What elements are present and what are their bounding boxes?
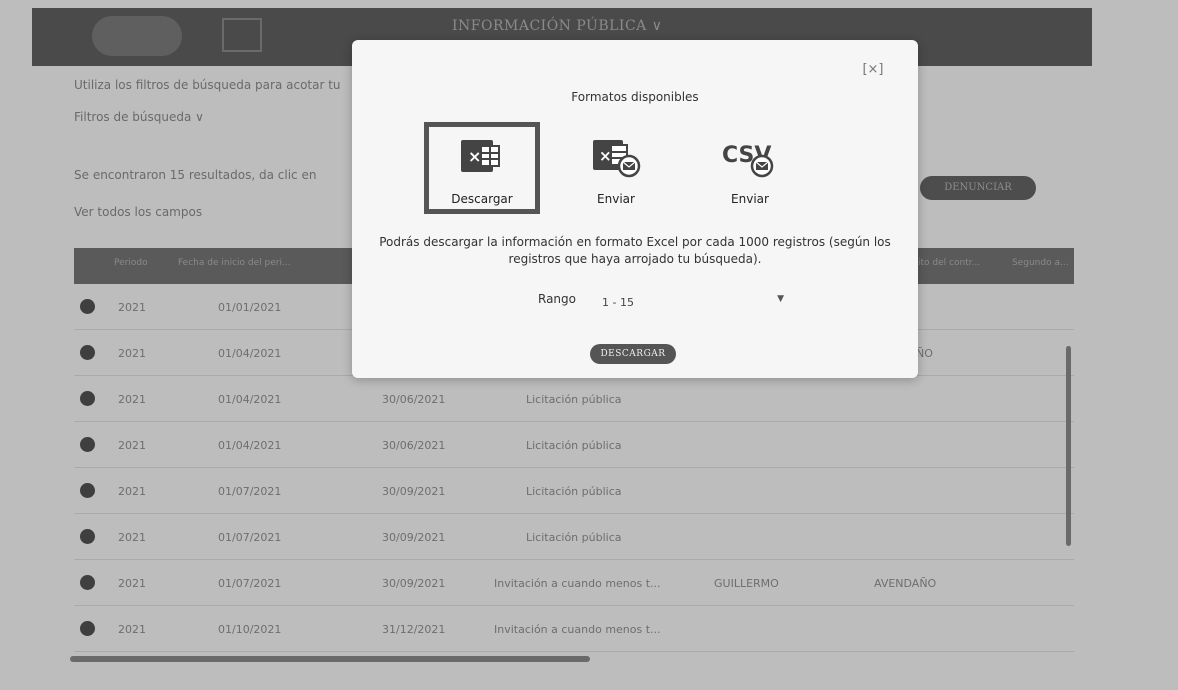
table-row: 2021 01/04/2021 30/06/2021 Licitación pú… xyxy=(74,422,1074,468)
chevron-down-icon: ▼ xyxy=(777,294,784,304)
csv-mail-icon: CSV xyxy=(722,143,774,178)
intro-text: Utiliza los filtros de búsqueda para aco… xyxy=(74,78,341,92)
column-header-segundo-apellido[interactable]: Segundo a... xyxy=(1012,258,1069,268)
download-button[interactable]: DESCARGAR xyxy=(590,344,676,364)
table-row: 2021 01/04/2021 30/06/2021 Licitación pú… xyxy=(74,376,1074,422)
cell-periodo: 2021 xyxy=(118,439,146,452)
format-option-label: Enviar xyxy=(597,192,635,206)
info-icon[interactable] xyxy=(80,299,95,314)
cell-fecha-inicio: 01/07/2021 xyxy=(218,531,282,544)
format-option-label: Descargar xyxy=(451,192,513,206)
excel-mail-icon: × xyxy=(593,140,641,178)
cell-nombre: GUILLERMO xyxy=(714,577,779,590)
cell-periodo: 2021 xyxy=(118,577,146,590)
column-header-contrato[interactable]: ito del contr... xyxy=(918,258,980,268)
results-count-text: Se encontraron 15 resultados, da clic en xyxy=(74,168,317,182)
info-icon[interactable] xyxy=(80,621,95,636)
excel-icon: × xyxy=(461,140,500,172)
format-option-excel-download[interactable]: × Descargar xyxy=(424,122,540,214)
table-row: 2021 01/07/2021 30/09/2021 Licitación pú… xyxy=(74,468,1074,514)
cell-periodo: 2021 xyxy=(118,485,146,498)
cell-fecha-inicio: 01/04/2021 xyxy=(218,393,282,406)
cell-periodo: 2021 xyxy=(118,301,146,314)
range-select[interactable]: 1 - 15 ▼ xyxy=(594,292,784,314)
horizontal-scrollbar[interactable] xyxy=(70,656,590,662)
dialog-title: Formatos disponibles xyxy=(571,90,699,104)
vertical-scrollbar[interactable] xyxy=(1066,346,1071,546)
cell-fecha-fin: 30/09/2021 xyxy=(382,485,446,498)
range-label: Rango xyxy=(538,292,576,306)
cell-fecha-inicio: 01/10/2021 xyxy=(218,623,282,636)
cell-fecha-fin: 30/09/2021 xyxy=(382,531,446,544)
info-icon[interactable] xyxy=(80,345,95,360)
cell-procedimiento: Invitación a cuando menos t... xyxy=(494,577,661,590)
close-dialog-button[interactable]: [×] xyxy=(862,60,884,80)
cell-periodo: 2021 xyxy=(118,347,146,360)
table-row: 2021 01/10/2021 31/12/2021 Invitación a … xyxy=(74,606,1074,652)
cell-procedimiento: Licitación pública xyxy=(526,531,622,544)
cell-periodo: 2021 xyxy=(118,531,146,544)
cell-periodo: 2021 xyxy=(118,623,146,636)
cell-procedimiento: Licitación pública xyxy=(526,485,622,498)
filters-toggle[interactable]: Filtros de búsqueda ∨ xyxy=(74,110,204,124)
info-icon[interactable] xyxy=(80,529,95,544)
cell-fecha-fin: 30/06/2021 xyxy=(382,393,446,406)
nav-menu-informacion-publica[interactable]: INFORMACIÓN PÚBLICA ∨ xyxy=(452,18,712,34)
cell-procedimiento: Licitación pública xyxy=(526,439,622,452)
svg-text:×: × xyxy=(599,147,612,165)
table-row: 2021 01/07/2021 30/09/2021 Invitación a … xyxy=(74,560,1074,606)
info-icon[interactable] xyxy=(80,391,95,406)
view-all-fields-link[interactable]: Ver todos los campos xyxy=(74,205,202,219)
cell-fecha-inicio: 01/07/2021 xyxy=(218,577,282,590)
cell-fecha-inicio: 01/04/2021 xyxy=(218,347,282,360)
cell-fecha-fin: 31/12/2021 xyxy=(382,623,446,636)
cell-apellido: AVENDAÑO xyxy=(874,577,937,590)
report-button[interactable]: DENUNCIAR xyxy=(920,176,1036,200)
table-row: 2021 01/07/2021 30/09/2021 Licitación pú… xyxy=(74,514,1074,560)
export-formats-dialog: [×] Formatos disponibles × Descargar × E… xyxy=(352,40,918,378)
logo xyxy=(92,16,182,56)
cell-fecha-inicio: 01/07/2021 xyxy=(218,485,282,498)
dialog-description: Podrás descargar la información en forma… xyxy=(379,235,891,266)
column-header-fecha-inicio[interactable]: Fecha de inicio del peri... xyxy=(178,258,291,268)
cell-fecha-inicio: 01/04/2021 xyxy=(218,439,282,452)
range-selected-value: 1 - 15 xyxy=(602,296,634,309)
cell-apellido: ÑO xyxy=(916,347,933,360)
cell-fecha-fin: 30/09/2021 xyxy=(382,577,446,590)
info-icon[interactable] xyxy=(80,575,95,590)
format-option-csv-send[interactable]: CSV Enviar xyxy=(692,122,808,214)
cell-fecha-inicio: 01/01/2021 xyxy=(218,301,282,314)
info-icon[interactable] xyxy=(80,437,95,452)
cell-procedimiento: Invitación a cuando menos t... xyxy=(494,623,661,636)
logo-mark xyxy=(222,18,262,52)
cell-procedimiento: Licitación pública xyxy=(526,393,622,406)
column-header-periodo[interactable]: Periodo xyxy=(114,258,148,268)
cell-fecha-fin: 30/06/2021 xyxy=(382,439,446,452)
format-option-label: Enviar xyxy=(731,192,769,206)
info-icon[interactable] xyxy=(80,483,95,498)
svg-text:×: × xyxy=(468,147,481,166)
format-option-excel-send[interactable]: × Enviar xyxy=(558,122,674,214)
cell-periodo: 2021 xyxy=(118,393,146,406)
